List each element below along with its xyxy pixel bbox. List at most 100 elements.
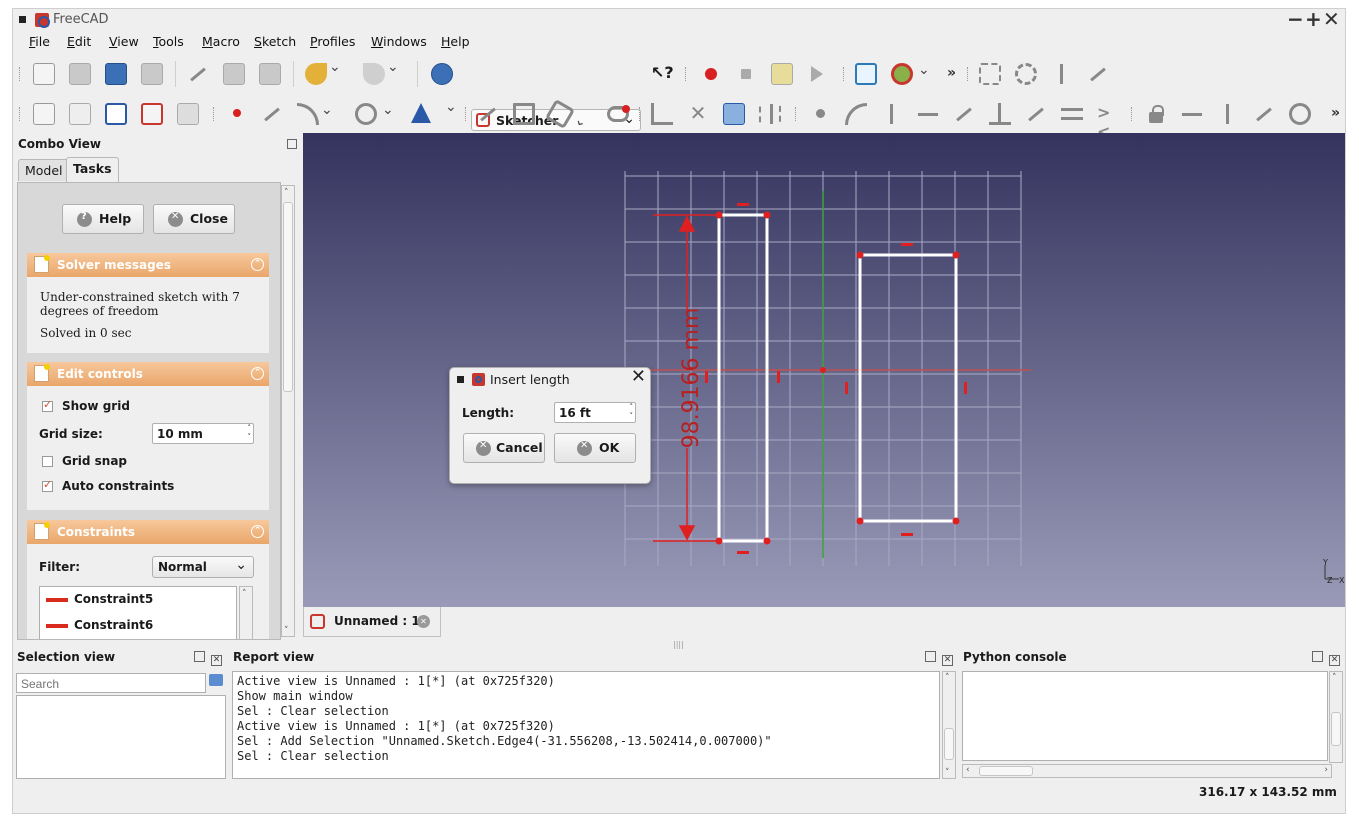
maximize-icon[interactable]: + — [1305, 9, 1323, 31]
constrain-horizontal-icon[interactable] — [917, 103, 939, 125]
selection-list[interactable] — [16, 695, 226, 779]
scroll-up-icon[interactable]: ˄ — [242, 589, 247, 599]
sketch-rectangle-left[interactable] — [717, 213, 769, 543]
scroll-up-icon[interactable]: ˄ — [284, 188, 289, 198]
close-panel-icon[interactable]: ✕ — [211, 655, 222, 666]
scroll-thumb[interactable] — [283, 202, 293, 392]
menu-windows[interactable]: Windows — [371, 34, 427, 49]
solver-messages-header[interactable]: Solver messages ⌃ — [27, 253, 269, 277]
toolbar-grip[interactable] — [639, 107, 642, 121]
tab-tasks[interactable]: Tasks — [66, 157, 119, 182]
sketch-rectangle-right[interactable] — [858, 253, 958, 523]
slot-icon[interactable] — [607, 105, 630, 122]
toolbar-grip[interactable] — [19, 67, 22, 81]
ok-button[interactable]: OK — [554, 433, 636, 463]
record-macro-icon[interactable] — [705, 68, 717, 80]
menu-help[interactable]: Help — [441, 34, 470, 49]
toolbar-overflow-icon[interactable]: » — [1331, 105, 1340, 121]
task-panel-scrollbar[interactable]: ˄ ˅ — [281, 185, 295, 637]
python-console-hscrollbar[interactable]: ‹ › — [962, 764, 1332, 778]
scroll-down-icon[interactable]: ˅ — [284, 626, 289, 636]
new-sketch-icon[interactable] — [33, 103, 55, 125]
toolbar-grip[interactable] — [967, 67, 970, 81]
filter-select[interactable]: Normal ⌄ — [152, 556, 254, 578]
window-menu-icon[interactable] — [19, 16, 26, 23]
spin-arrows-icon[interactable]: ˄ ˅ — [630, 403, 634, 421]
scroll-up-icon[interactable]: ˄ — [945, 673, 950, 683]
close-dialog-icon[interactable]: ✕ — [631, 366, 646, 387]
external-geometry-icon[interactable] — [723, 103, 745, 125]
undo-icon[interactable] — [305, 59, 341, 85]
menu-tools[interactable]: Tools — [153, 34, 184, 49]
toolbar-grip[interactable] — [1131, 107, 1134, 121]
constrain-distance-icon[interactable] — [1253, 103, 1275, 125]
view-sketch-icon[interactable] — [1015, 63, 1037, 85]
menu-sketch[interactable]: Sketch — [254, 34, 296, 49]
float-panel-icon[interactable] — [1312, 651, 1323, 662]
collapse-icon[interactable]: ⌃ — [251, 367, 264, 380]
length-input[interactable]: 16 ft ˄ ˅ — [554, 402, 636, 423]
print-icon[interactable] — [141, 63, 163, 85]
search-input[interactable] — [16, 673, 206, 693]
new-document-icon[interactable] — [33, 63, 55, 85]
std-view-fit-icon[interactable] — [855, 63, 877, 85]
report-output[interactable]: Active view is Unnamed : 1[*] (at 0x725f… — [232, 671, 940, 779]
macros-icon[interactable] — [771, 63, 793, 85]
polyline-icon[interactable] — [477, 103, 499, 125]
trim-icon[interactable]: ✕ — [687, 103, 709, 125]
scroll-thumb[interactable] — [1331, 712, 1341, 746]
paste-icon[interactable] — [259, 63, 281, 85]
splitter-handle[interactable]: |||| — [673, 640, 684, 649]
constrain-coincident-icon[interactable] — [816, 109, 825, 118]
constrain-equal-icon[interactable] — [1061, 108, 1083, 120]
cut-icon[interactable] — [187, 63, 209, 85]
spin-arrows-icon[interactable]: ˄ ˅ — [248, 424, 252, 442]
tab-model[interactable]: Model — [18, 159, 70, 181]
scroll-right-icon[interactable]: › — [1324, 765, 1328, 775]
auto-constraints-checkbox[interactable] — [42, 478, 53, 492]
python-console-vscrollbar[interactable]: ˄ — [1329, 671, 1343, 763]
constrain-horizontal-distance-icon[interactable] — [1181, 103, 1203, 125]
toolbar-grip[interactable] — [19, 107, 22, 121]
grid-snap-checkbox[interactable] — [42, 456, 53, 467]
close-tab-icon[interactable]: ✕ — [417, 615, 430, 628]
dialog-menu-icon[interactable] — [457, 376, 464, 383]
stop-macro-icon[interactable] — [741, 69, 751, 79]
close-panel-icon[interactable]: ✕ — [1329, 655, 1340, 666]
scroll-thumb[interactable] — [944, 728, 954, 760]
menu-edit[interactable]: Edit — [67, 34, 91, 49]
dimension-label[interactable]: 98.9166 mm — [679, 308, 704, 449]
toolbar-grip[interactable] — [685, 67, 688, 81]
whats-this-icon[interactable]: ↖? — [651, 63, 674, 85]
show-grid-checkbox[interactable] — [42, 398, 53, 412]
scroll-up-icon[interactable]: ˄ — [1332, 673, 1337, 683]
line-icon[interactable] — [261, 103, 283, 125]
map-sketch-icon[interactable] — [1087, 63, 1109, 85]
constraints-header[interactable]: Constraints ⌃ — [27, 520, 269, 544]
scroll-thumb[interactable] — [979, 766, 1033, 776]
execute-macro-icon[interactable] — [811, 66, 823, 82]
menu-macro[interactable]: Macro — [202, 34, 240, 49]
constrain-parallel-icon[interactable] — [953, 103, 975, 125]
help-button[interactable]: Help — [62, 204, 144, 234]
menu-profiles[interactable]: Profiles — [310, 34, 355, 49]
constrain-perpendicular-icon[interactable] — [989, 103, 1011, 125]
arc-icon[interactable] — [297, 102, 333, 125]
minimize-icon[interactable]: − — [1287, 9, 1305, 31]
menu-view[interactable]: View — [109, 34, 139, 49]
close-window-icon[interactable]: ✕ — [1323, 9, 1341, 31]
constrain-vertical-icon[interactable] — [881, 103, 903, 125]
redo-icon[interactable] — [363, 59, 399, 85]
constrain-radius-icon[interactable] — [1289, 103, 1311, 125]
toolbar-overflow-icon[interactable]: » — [947, 65, 956, 81]
toolbar-grip[interactable] — [795, 107, 798, 121]
constraints-scrollbar[interactable]: ˄ — [239, 586, 253, 639]
open-folder-icon[interactable] — [69, 63, 91, 85]
constrain-tangent-icon[interactable] — [1025, 103, 1047, 125]
report-scrollbar[interactable]: ˄ ˅ — [942, 671, 956, 779]
rectangle-icon[interactable] — [513, 103, 535, 125]
circle-icon[interactable] — [355, 102, 394, 125]
list-item[interactable]: Constraint6 — [46, 618, 153, 636]
constrain-vertical-distance-icon[interactable] — [1217, 103, 1239, 125]
conic-icon[interactable] — [411, 99, 457, 123]
